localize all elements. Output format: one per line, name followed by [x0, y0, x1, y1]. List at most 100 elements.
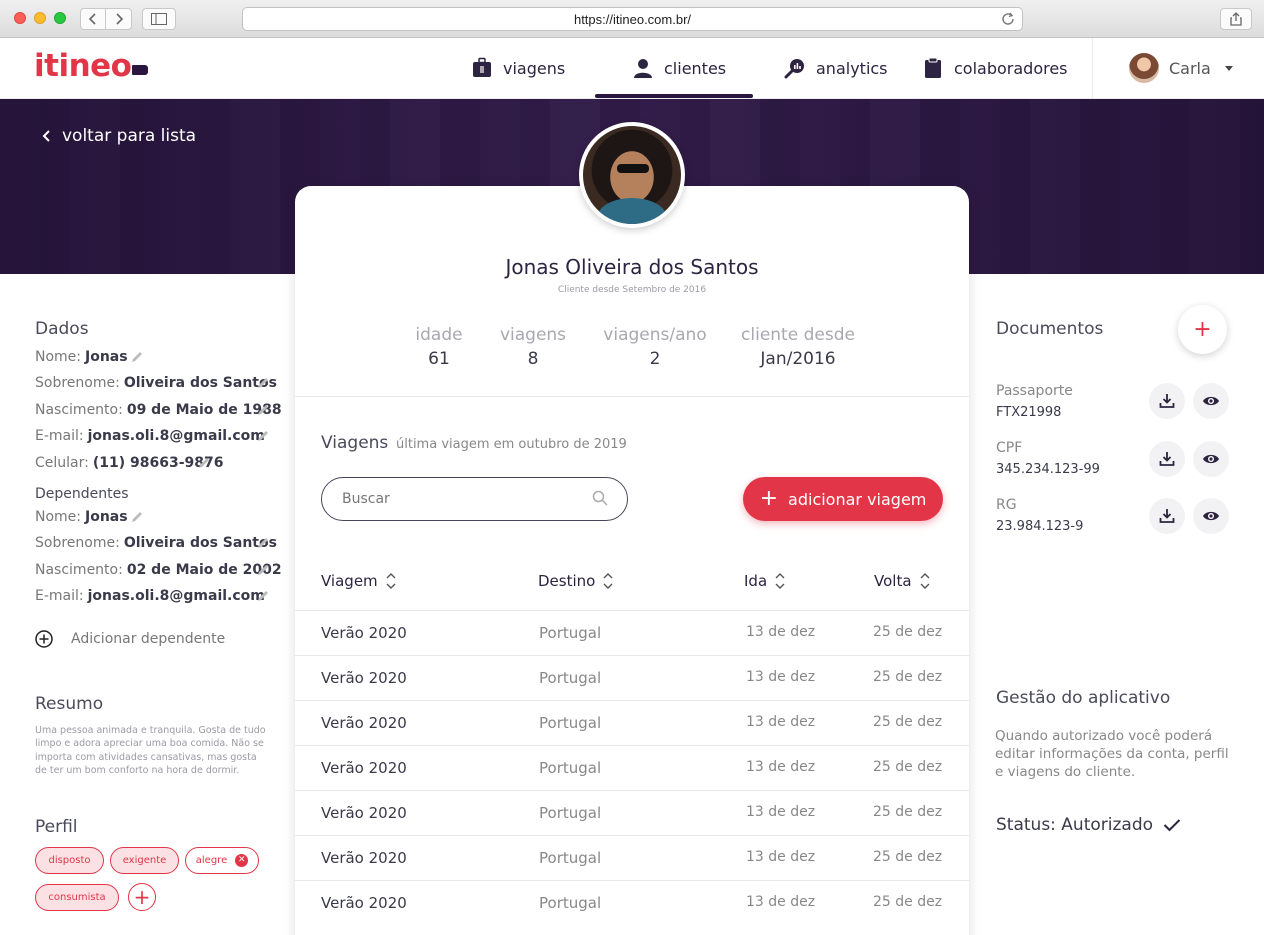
view-cpf-button[interactable]	[1193, 441, 1229, 477]
table-row[interactable]: Verão 2020 Portugal 13 de dez 25 de dez	[295, 880, 969, 925]
table-row[interactable]: Verão 2020 Portugal 13 de dez 25 de dez	[295, 610, 969, 655]
card-divider	[295, 396, 969, 397]
view-rg-button[interactable]	[1193, 498, 1229, 534]
browser-window: https://itineo.com.br/ itineo viagens cl…	[0, 0, 1264, 935]
pencil-icon[interactable]	[256, 563, 270, 577]
browser-toolbar: https://itineo.com.br/	[0, 0, 1264, 38]
active-nav-indicator	[595, 94, 753, 98]
share-icon	[1230, 12, 1242, 26]
clipboard-icon	[925, 57, 941, 78]
chevron-left-icon	[42, 130, 50, 142]
pencil-icon[interactable]	[197, 456, 211, 470]
column-header-volta[interactable]: Volta	[874, 572, 930, 590]
resumo-text: Uma pessoa animada e tranquila. Gosta de…	[35, 725, 266, 776]
check-icon	[1163, 819, 1181, 832]
profile-photo	[579, 122, 685, 228]
user-avatar	[1129, 53, 1159, 83]
profile-tag-disposto[interactable]: disposto	[35, 847, 104, 874]
sort-icon	[386, 573, 396, 589]
pencil-icon[interactable]	[130, 510, 144, 524]
field-nome: Nome: Jonas	[35, 349, 128, 365]
table-row[interactable]: Verão 2020 Portugal 13 de dez 25 de dez	[295, 835, 969, 880]
dados-title: Dados	[35, 319, 89, 339]
table-row[interactable]: Verão 2020 Portugal 13 de dez 25 de dez	[295, 790, 969, 835]
sort-icon	[920, 573, 930, 589]
stat-viagens-ano: viagens/ano 2	[603, 325, 707, 369]
doc-label-passaporte: Passaporte	[996, 383, 1073, 399]
download-rg-button[interactable]	[1149, 498, 1185, 534]
table-row[interactable]: Verão 2020 Portugal 13 de dez 25 de dez	[295, 745, 969, 790]
field-sobrenome: Sobrenome: Oliveira dos Santos	[35, 375, 277, 391]
column-header-viagem[interactable]: Viagem	[321, 572, 396, 590]
stat-idade: idade 61	[415, 325, 463, 369]
download-passaporte-button[interactable]	[1149, 383, 1185, 419]
minimize-window-button[interactable]	[34, 12, 46, 24]
column-header-ida[interactable]: Ida	[744, 572, 785, 590]
profile-tag-alegre[interactable]: alegre ✕	[185, 847, 259, 874]
plus-icon: +	[133, 885, 151, 909]
itineo-logo[interactable]: itineo	[34, 48, 149, 84]
profile-tag-exigente[interactable]: exigente	[110, 847, 179, 874]
resumo-title: Resumo	[35, 694, 104, 714]
dependentes-title: Dependentes	[35, 486, 129, 502]
trips-title: Viagens	[321, 433, 389, 453]
dep-field-sobrenome: Sobrenome: Oliveira dos Santos	[35, 535, 277, 551]
sidebar-icon	[151, 13, 167, 25]
add-tag-button[interactable]: +	[128, 883, 156, 911]
dep-field-email: E-mail: jonas.oli.8@gmail.com	[35, 588, 265, 604]
app-header: itineo viagens clientes analytics colabo…	[0, 38, 1264, 99]
field-nascimento: Nascimento: 09 de Maio de 1988	[35, 402, 282, 418]
doc-label-cpf: CPF	[996, 440, 1023, 456]
pencil-icon[interactable]	[256, 403, 270, 417]
url-bar[interactable]: https://itineo.com.br/	[242, 7, 1023, 31]
perfil-title: Perfil	[35, 817, 78, 837]
eye-icon	[1203, 396, 1219, 406]
url-text: https://itineo.com.br/	[573, 11, 692, 27]
profile-since: Cliente desde Setembro de 2016	[557, 285, 707, 295]
add-dependent-button[interactable]: Adicionar dependente	[35, 630, 225, 648]
nav-clientes[interactable]: clientes	[632, 38, 726, 98]
chevron-right-icon	[115, 13, 123, 25]
browser-back-button[interactable]	[80, 8, 106, 30]
pencil-icon[interactable]	[256, 376, 270, 390]
chevron-left-icon	[89, 13, 96, 25]
doc-value-passaporte: FTX21998	[996, 405, 1062, 420]
reload-icon[interactable]	[1000, 11, 1016, 27]
remove-tag-icon[interactable]: ✕	[235, 854, 249, 867]
trips-subtitle: última viagem em outubro de 2019	[396, 437, 627, 452]
download-cpf-button[interactable]	[1149, 441, 1185, 477]
plus-icon: +	[1193, 317, 1212, 342]
nav-analytics[interactable]: analytics	[784, 38, 888, 98]
view-passaporte-button[interactable]	[1193, 383, 1229, 419]
add-trip-button[interactable]: + adicionar viagem	[743, 477, 943, 521]
browser-sidebar-button[interactable]	[142, 8, 176, 30]
back-to-list-link[interactable]: voltar para lista	[42, 126, 196, 146]
table-row[interactable]: Verão 2020 Portugal 13 de dez 25 de dez	[295, 700, 969, 745]
dep-field-nascimento: Nascimento: 02 de Maio de 2002	[35, 562, 282, 578]
browser-share-button[interactable]	[1220, 8, 1252, 30]
pencil-icon[interactable]	[256, 589, 270, 603]
download-icon	[1159, 394, 1175, 408]
eye-icon	[1203, 511, 1219, 521]
profile-tag-consumista[interactable]: consumista	[35, 884, 119, 911]
pencil-icon[interactable]	[256, 429, 270, 443]
browser-forward-button[interactable]	[106, 8, 132, 30]
authorization-status: Status: Autorizado	[996, 815, 1181, 835]
sort-icon	[775, 573, 785, 589]
pencil-icon[interactable]	[130, 350, 144, 364]
dep-field-nome: Nome: Jonas	[35, 509, 128, 525]
logo-tag-mark	[132, 65, 149, 75]
close-window-button[interactable]	[14, 12, 26, 24]
stat-cliente-desde: cliente desde Jan/2016	[741, 325, 855, 369]
user-icon	[634, 59, 652, 78]
trips-search-input[interactable]	[321, 477, 628, 521]
nav-viagens[interactable]: viagens	[471, 38, 565, 98]
user-menu[interactable]: Carla	[1092, 38, 1264, 98]
luggage-icon	[473, 57, 491, 77]
column-header-destino[interactable]: Destino	[538, 572, 613, 590]
table-row[interactable]: Verão 2020 Portugal 13 de dez 25 de dez	[295, 655, 969, 700]
zoom-window-button[interactable]	[54, 12, 66, 24]
nav-colaboradores[interactable]: colaboradores	[922, 38, 1068, 98]
add-document-button[interactable]: +	[1178, 305, 1227, 354]
pencil-icon[interactable]	[256, 536, 270, 550]
